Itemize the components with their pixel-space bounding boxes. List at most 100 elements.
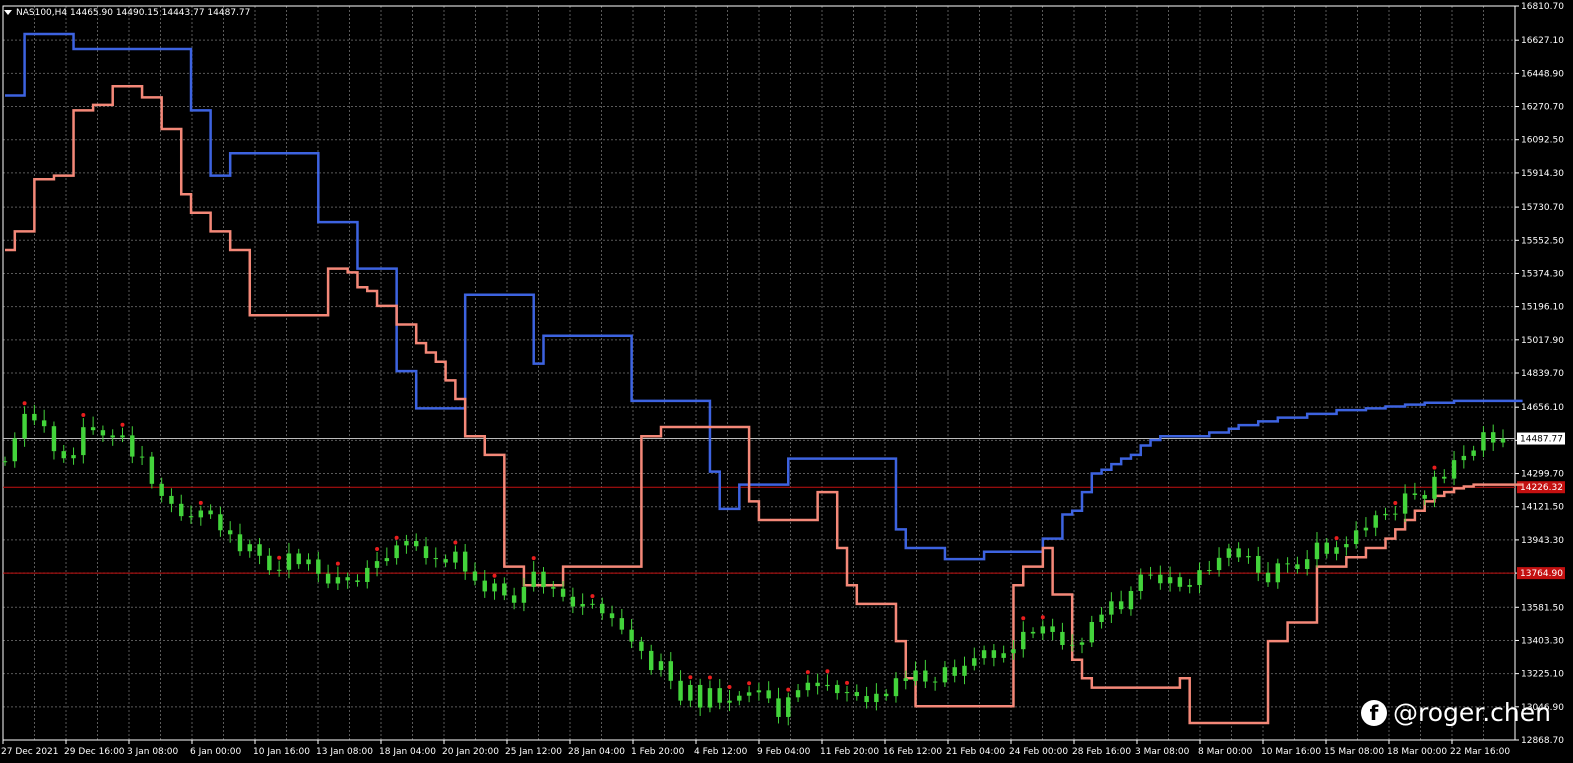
candle-body xyxy=(286,553,292,570)
x-tick-label: 13 Jan 08:00 xyxy=(316,747,373,757)
candle-body xyxy=(521,586,527,603)
candle-body xyxy=(1207,570,1212,572)
candle-body xyxy=(1236,548,1241,558)
y-tick-label: 13225.10 xyxy=(1521,670,1564,680)
candle-body xyxy=(22,413,27,439)
candle-body xyxy=(1304,559,1310,569)
x-tick-label: 24 Feb 00:00 xyxy=(1009,747,1068,757)
candle-body xyxy=(727,700,732,703)
chart-header: NAS100,H4 14465.90 14490.15 14443.77 144… xyxy=(4,8,250,18)
level-tag-label: 14226.32 xyxy=(1520,483,1563,493)
candle-body xyxy=(1451,460,1457,479)
candle-body xyxy=(1461,455,1467,461)
y-tick-label: 15196.10 xyxy=(1521,303,1564,313)
candle-body xyxy=(923,670,928,682)
candle-body xyxy=(835,684,840,694)
x-tick-label: 6 Jan 00:00 xyxy=(190,747,242,757)
candle-body xyxy=(502,583,507,596)
candle-body xyxy=(345,577,350,581)
y-tick-label: 15017.90 xyxy=(1521,336,1564,346)
candle-body xyxy=(1363,527,1369,531)
candle-body xyxy=(1481,432,1486,451)
y-tick-label: 16270.70 xyxy=(1521,103,1564,113)
candle-body xyxy=(306,559,311,565)
candle-body xyxy=(276,569,282,571)
candle-body xyxy=(551,587,556,589)
price-chart[interactable]: 16810.70 16627.10 16448.90 16270.70 16092.50… xyxy=(0,0,1573,763)
x-tick-label: 18 Mar 00:00 xyxy=(1387,747,1447,757)
x-tick-label: 20 Jan 20:00 xyxy=(442,747,499,757)
candle-body xyxy=(590,603,595,605)
candle-body xyxy=(159,483,164,496)
candle-body xyxy=(12,438,17,462)
candle-body xyxy=(1344,544,1349,548)
candle-body xyxy=(453,551,458,563)
candle-body xyxy=(296,553,301,565)
candle-body xyxy=(795,690,801,698)
candle-body xyxy=(874,693,879,703)
candle-body xyxy=(1011,649,1016,654)
chart-background xyxy=(0,0,1573,763)
candle-body xyxy=(81,427,86,456)
signal-dot xyxy=(394,535,399,540)
candle-body xyxy=(462,551,468,572)
candle-body xyxy=(1109,601,1114,615)
candle-body xyxy=(1099,614,1104,623)
candle-body xyxy=(1442,476,1447,479)
candle-body xyxy=(169,495,174,504)
candle-body xyxy=(384,558,390,562)
x-tick-label: 10 Mar 16:00 xyxy=(1261,747,1321,757)
signal-dot xyxy=(120,422,125,427)
candle-body xyxy=(844,692,850,694)
candle-body xyxy=(325,573,331,584)
chevron-down-icon[interactable] xyxy=(4,10,12,15)
candle-body xyxy=(688,684,693,701)
candle-body xyxy=(492,583,497,592)
signal-dot xyxy=(492,573,497,578)
chart-canvas[interactable]: 16810.70 16627.10 16448.90 16270.70 16092.50… xyxy=(0,0,1573,763)
watermark: f @roger.chen xyxy=(1360,698,1551,727)
y-tick-label: 13403.30 xyxy=(1521,636,1564,646)
y-tick-label: 14839.70 xyxy=(1521,369,1564,379)
signal-dot xyxy=(335,561,340,566)
candle-body xyxy=(1197,570,1202,586)
candle-body xyxy=(600,603,605,614)
candle-body xyxy=(433,558,439,560)
candle-body xyxy=(120,435,125,438)
candle-body xyxy=(609,613,615,619)
signal-dot xyxy=(1040,615,1045,620)
candle-body xyxy=(365,567,370,582)
candle-body xyxy=(423,546,429,559)
candle-body xyxy=(1275,563,1281,583)
candle-body xyxy=(717,688,722,703)
signal-dot xyxy=(531,556,536,561)
candle-body xyxy=(1187,585,1192,587)
signal-dot xyxy=(277,555,282,560)
y-tick-label: 13581.50 xyxy=(1521,603,1564,613)
signal-dot xyxy=(22,401,27,406)
x-tick-label: 15 Mar 08:00 xyxy=(1324,747,1384,757)
y-tick-label: 16627.10 xyxy=(1521,36,1564,46)
candle-body xyxy=(1256,555,1261,573)
candle-body xyxy=(1148,574,1153,576)
candle-body xyxy=(952,667,957,676)
y-tick-label: 15374.30 xyxy=(1521,269,1564,279)
signal-dot xyxy=(727,685,732,690)
candle-body xyxy=(678,680,683,701)
signal-dot xyxy=(747,681,752,686)
candle-body xyxy=(90,427,96,431)
candle-body xyxy=(179,503,184,517)
candle-body xyxy=(41,420,47,427)
candle-body xyxy=(247,544,252,552)
candle-body xyxy=(942,667,948,683)
candle-body xyxy=(443,559,448,563)
candle-body xyxy=(1383,513,1388,516)
symbol-label: NAS100,H4 xyxy=(16,8,68,18)
candle-body xyxy=(1216,557,1222,571)
signal-dot xyxy=(1021,616,1026,621)
signal-dot xyxy=(825,669,830,674)
level-tag-label: 13764.90 xyxy=(1520,569,1563,579)
candle-body xyxy=(110,435,115,438)
candle-body xyxy=(629,629,634,642)
x-tick-label: 28 Feb 16:00 xyxy=(1072,747,1131,757)
